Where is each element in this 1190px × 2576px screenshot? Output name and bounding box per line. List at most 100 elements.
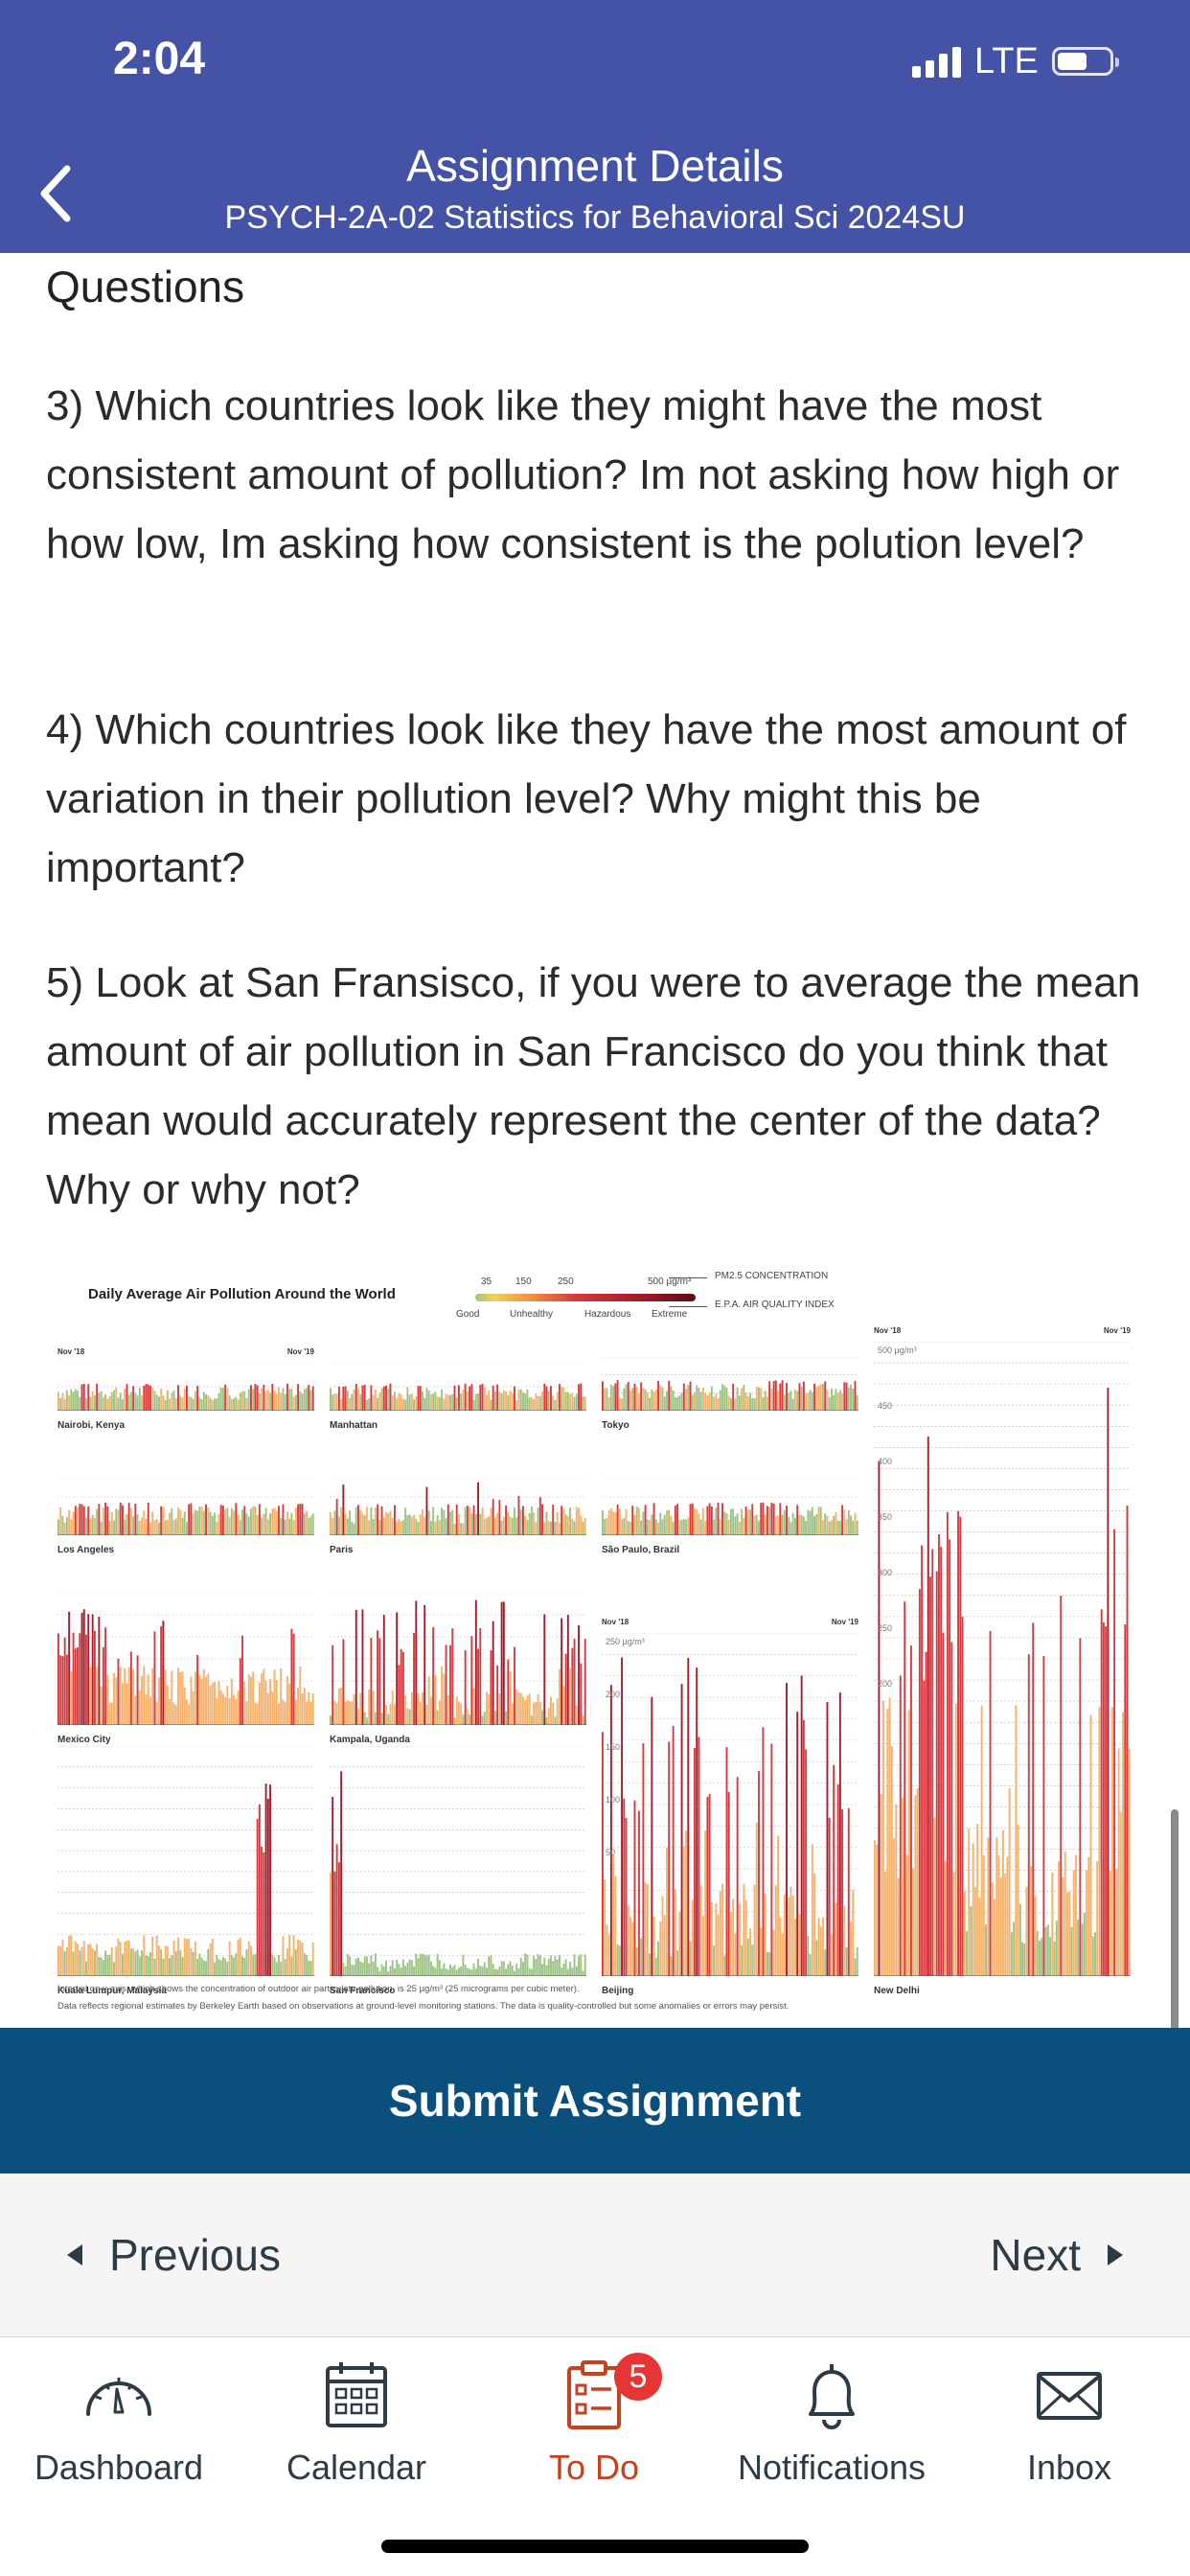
content-scrollbar[interactable] [1171, 1809, 1179, 2028]
daily-bar [164, 1669, 167, 1725]
daily-bar [1062, 1877, 1064, 1976]
daily-bar [264, 1783, 267, 1976]
daily-bar [370, 1638, 373, 1725]
daily-bar [691, 1503, 694, 1535]
daily-bar [464, 1650, 467, 1725]
daily-bar [453, 1965, 456, 1976]
daily-bar [147, 1502, 149, 1535]
daily-bar [190, 1397, 193, 1411]
daily-bar [621, 1398, 623, 1411]
daily-bar [247, 1674, 250, 1725]
daily-bar [245, 1513, 248, 1535]
daily-bar [266, 1693, 269, 1725]
daily-bar [547, 1708, 550, 1725]
daily-bar [469, 1386, 471, 1411]
pollution-legend-scale: 35 150 250 500 µg/m³ Good Unhealthy Haza… [427, 1267, 696, 1324]
daily-bar [629, 1917, 631, 1976]
daily-bar [85, 1517, 87, 1535]
daily-bar [758, 1387, 760, 1411]
daily-bar [836, 1783, 839, 1976]
daily-bar [179, 1395, 182, 1411]
tab-dashboard[interactable]: Dashboard [0, 2357, 238, 2500]
previous-button[interactable]: Previous [67, 2221, 281, 2288]
daily-bar [398, 1665, 400, 1725]
daily-bar [627, 1382, 629, 1411]
daily-bar [365, 1506, 368, 1535]
home-indicator [381, 2540, 809, 2553]
daily-bar [422, 1691, 423, 1725]
daily-bar [533, 1398, 536, 1411]
daily-bar [299, 1666, 302, 1725]
daily-bar [149, 1952, 151, 1976]
daily-bar [108, 1954, 111, 1976]
daily-bar [68, 1395, 71, 1411]
chart-plot: 500 µg/m³450400350300250200 [874, 1342, 1131, 1976]
daily-bar [618, 1397, 621, 1411]
daily-bar [250, 1508, 252, 1535]
assignment-content[interactable]: Questions 3) Which countries look like t… [0, 253, 1190, 2028]
daily-bar [734, 1398, 737, 1411]
daily-bar [61, 1392, 64, 1411]
question-3: 3) Which countries look like they might … [46, 382, 1120, 567]
daily-bar [547, 1521, 550, 1535]
daily-bar [155, 1701, 158, 1725]
daily-bar [228, 1698, 231, 1725]
daily-bar [933, 1817, 936, 1976]
daily-bar [727, 1519, 730, 1535]
daily-bar [935, 1571, 938, 1976]
daily-bar [500, 1601, 503, 1725]
daily-bar [637, 1810, 640, 1976]
daily-bar [217, 1959, 220, 1976]
daily-bar [997, 1855, 1000, 1976]
tab-notifications[interactable]: Notifications [713, 2357, 950, 2500]
daily-bar [190, 1676, 193, 1725]
daily-bar [224, 1384, 227, 1411]
daily-bar [198, 1506, 201, 1535]
daily-bar [385, 1960, 387, 1976]
daily-bar [278, 1703, 280, 1725]
daily-bar [569, 1393, 572, 1411]
daily-bar [417, 1522, 420, 1535]
daily-bar [488, 1694, 491, 1725]
daily-bar [758, 1771, 760, 1976]
daily-bar [419, 1701, 422, 1725]
daily-bar [449, 1644, 451, 1725]
daily-bar [286, 1947, 288, 1976]
daily-bar [680, 1684, 683, 1976]
daily-bar [266, 1389, 269, 1411]
daily-bar [261, 1673, 263, 1725]
daily-bar [561, 1618, 563, 1725]
legend-category: Good [456, 1309, 480, 1320]
daily-bar [102, 1960, 104, 1976]
daily-bar [351, 1701, 354, 1725]
daily-bar [929, 1576, 931, 1976]
daily-bar [349, 1510, 351, 1535]
daily-bar [226, 1686, 229, 1725]
daily-bar [129, 1392, 132, 1411]
daily-bar [635, 1386, 638, 1411]
daily-bar [372, 1690, 375, 1725]
next-button[interactable]: Next [990, 2221, 1123, 2288]
daily-bar [337, 1386, 340, 1411]
daily-bar [822, 1917, 824, 1976]
daily-bar [441, 1507, 444, 1535]
daily-bar [514, 1507, 515, 1535]
daily-bar [556, 1698, 559, 1725]
tab-todo[interactable]: 5 To Do [475, 2353, 713, 2500]
daily-bar [582, 1396, 584, 1411]
daily-bar [575, 1506, 578, 1535]
daily-bar [1006, 1856, 1009, 1976]
submit-assignment-button[interactable]: Submit Assignment [0, 2028, 1190, 2174]
daily-bar [477, 1482, 479, 1535]
daily-bar [451, 1509, 454, 1535]
daily-bar [235, 1503, 238, 1535]
daily-bar [102, 1646, 104, 1725]
daily-bar [706, 1796, 709, 1976]
tab-inbox[interactable]: Inbox [950, 2357, 1188, 2500]
daily-bar [566, 1516, 569, 1535]
daily-bar [545, 1965, 548, 1976]
daily-bar [269, 1678, 271, 1725]
daily-bar [725, 1747, 728, 1976]
tab-calendar[interactable]: Calendar [238, 2357, 475, 2500]
daily-bar [566, 1968, 569, 1976]
